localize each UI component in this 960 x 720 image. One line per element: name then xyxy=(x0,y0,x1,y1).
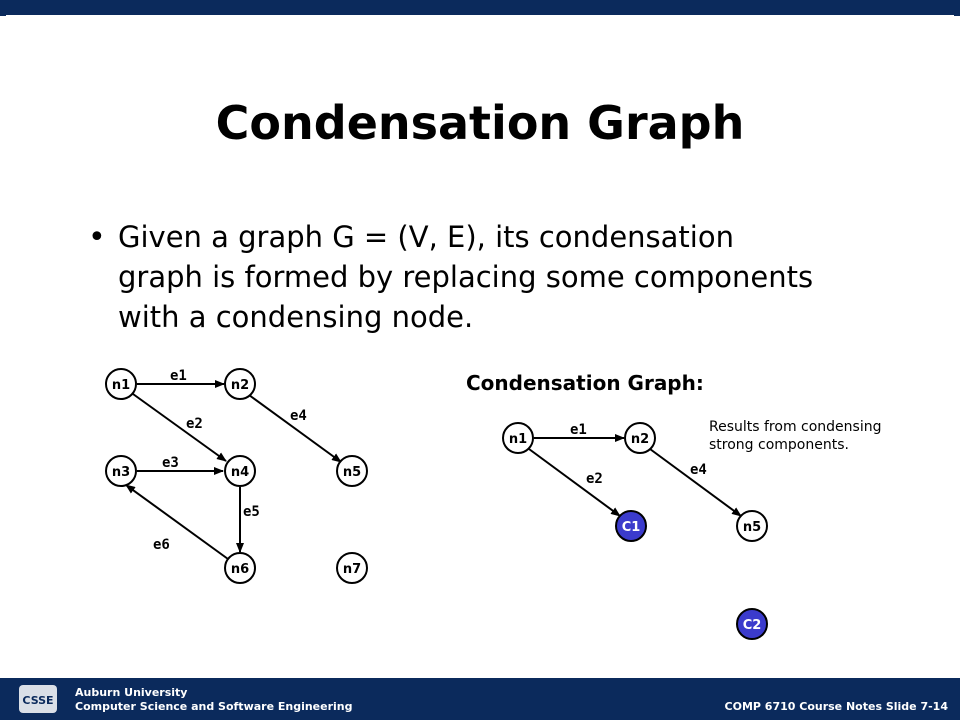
cnode-c1: C1 xyxy=(615,510,647,542)
node-n6: n6 xyxy=(224,552,256,584)
edge-label-e6: e6 xyxy=(153,537,170,553)
node-label-n4: n4 xyxy=(231,465,249,480)
original-graph: e1 e2 e3 e4 e5 e6 n1 n2 n3 n4 n5 n6 n7 xyxy=(105,368,368,584)
edge-label-e2: e2 xyxy=(186,416,203,432)
cedge-label-e4: e4 xyxy=(690,462,707,478)
footer-org-line1: Auburn University xyxy=(75,686,188,699)
csse-logo-icon: CSSE xyxy=(19,685,57,713)
edge-e6 xyxy=(125,484,229,560)
cnode-label-c1: C1 xyxy=(622,520,641,535)
cnode-c2: C2 xyxy=(736,608,768,640)
edge-label-e5: e5 xyxy=(243,504,260,520)
footer-slide-ref: COMP 6710 Course Notes Slide 7-14 xyxy=(724,700,948,713)
edge-label-e3: e3 xyxy=(162,455,179,471)
cnode-n1: n1 xyxy=(502,422,534,454)
node-label-n3: n3 xyxy=(112,465,130,480)
node-n2: n2 xyxy=(224,368,256,400)
cnode-label-n5: n5 xyxy=(743,520,761,535)
cnode-label-n1: n1 xyxy=(509,432,527,447)
cedge-label-e1: e1 xyxy=(570,422,587,438)
cedge-e4 xyxy=(649,448,742,517)
graph-diagrams: e1 e2 e3 e4 e5 e6 n1 n2 n3 n4 n5 n6 n7 e… xyxy=(105,368,768,640)
edge-e4 xyxy=(248,394,342,463)
node-n4: n4 xyxy=(224,455,256,487)
node-label-n6: n6 xyxy=(231,562,249,577)
edge-label-e1: e1 xyxy=(170,368,187,384)
cnode-n2: n2 xyxy=(624,422,656,454)
footer-org-line2: Computer Science and Software Engineerin… xyxy=(75,700,353,713)
node-n5: n5 xyxy=(336,455,368,487)
cnode-n5: n5 xyxy=(736,510,768,542)
edge-e2 xyxy=(132,393,227,462)
cedge-label-e2: e2 xyxy=(586,471,603,487)
cnode-label-c2: C2 xyxy=(743,618,762,633)
node-label-n1: n1 xyxy=(112,378,130,393)
edge-label-e4: e4 xyxy=(290,408,307,424)
condensed-graph: e1 e2 e4 n1 n2 C1 n5 C2 xyxy=(502,422,768,640)
cnode-label-n2: n2 xyxy=(631,432,649,447)
node-label-n5: n5 xyxy=(343,465,361,480)
footer-bar: CSSE Auburn University Computer Science … xyxy=(0,678,960,720)
node-n1: n1 xyxy=(105,368,137,400)
node-n7: n7 xyxy=(336,552,368,584)
node-label-n2: n2 xyxy=(231,378,249,393)
node-label-n7: n7 xyxy=(343,562,361,577)
cedge-e2 xyxy=(528,448,621,517)
node-n3: n3 xyxy=(105,455,137,487)
logo-text: CSSE xyxy=(22,694,53,707)
